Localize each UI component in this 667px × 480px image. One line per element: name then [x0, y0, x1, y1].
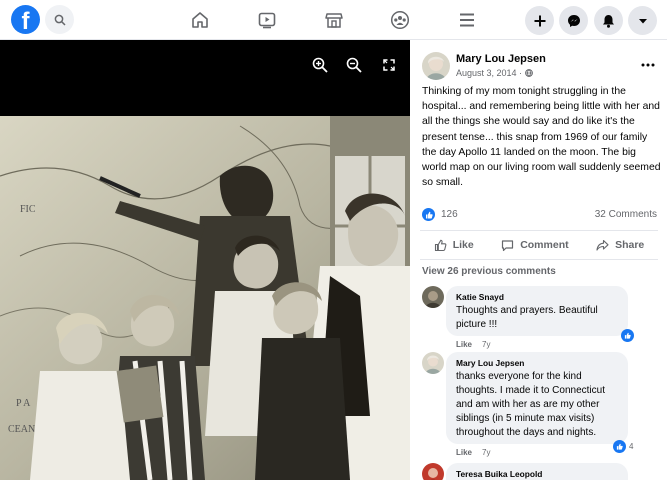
commenter-avatar-image [422, 463, 444, 480]
comment-time[interactable]: 7y [482, 448, 490, 457]
fullscreen-icon [383, 59, 395, 71]
comment-meta: Like 7y [456, 340, 490, 349]
home-icon [192, 12, 208, 28]
zoom-in-icon [312, 57, 328, 73]
like-reaction-icon [613, 440, 626, 453]
commenter-avatar[interactable] [422, 352, 444, 374]
photo-viewer: FIC P A CEAN [0, 40, 410, 480]
menu-tab[interactable] [455, 8, 479, 32]
comment-text: Thoughts and prayers. Beautiful picture … [456, 305, 598, 330]
messenger-icon [567, 14, 580, 27]
commenter-name[interactable]: Katie Snayd [456, 292, 618, 302]
thumbs-up-icon [434, 239, 447, 251]
view-previous-comments-link[interactable]: View 26 previous comments [422, 266, 556, 277]
home-tab[interactable] [188, 8, 212, 32]
create-icon [534, 15, 545, 26]
comment-meta: Like 7y [456, 448, 490, 457]
share-icon [596, 239, 609, 251]
like-reaction-icon [621, 329, 634, 342]
commenter-avatar-image [422, 286, 444, 308]
commenter-avatar[interactable] [422, 286, 444, 308]
marketplace-icon [325, 13, 343, 28]
create-button[interactable] [525, 6, 554, 35]
svg-text:P A: P A [16, 398, 31, 409]
search-icon [54, 14, 66, 26]
like-reaction-icon [422, 208, 435, 221]
post-author-name[interactable]: Mary Lou Jepsen [456, 53, 546, 65]
comment-bubble: Mary Lou Jepsen thanks everyone for the … [446, 352, 628, 444]
messenger-button[interactable] [559, 6, 588, 35]
groups-tab[interactable] [388, 8, 412, 32]
post-date[interactable]: August 3, 2014 · [456, 68, 533, 78]
fullscreen-button[interactable] [379, 55, 399, 75]
comment-like-link[interactable]: Like [456, 340, 472, 349]
notifications-icon [603, 14, 614, 28]
comment-like-link[interactable]: Like [456, 448, 472, 457]
like-button[interactable]: Like [434, 239, 474, 252]
comment-reaction-count: 4 [629, 442, 634, 451]
zoom-out-button[interactable] [344, 55, 364, 75]
share-button-label: Share [615, 239, 645, 251]
watch-tab[interactable] [255, 8, 279, 32]
watch-icon [258, 12, 276, 29]
like-button-label: Like [452, 239, 474, 251]
notifications-button[interactable] [594, 6, 623, 35]
marketplace-tab[interactable] [322, 8, 346, 32]
menu-icon [460, 13, 474, 27]
post-actions: Like Comment Share [420, 230, 658, 260]
comment-bubble: Teresa Buika Leopold [446, 463, 628, 480]
commenter-name[interactable]: Teresa Buika Leopold [456, 469, 618, 479]
commenter-name[interactable]: Mary Lou Jepsen [456, 358, 618, 368]
facebook-logo[interactable]: f [11, 5, 40, 34]
account-button[interactable] [628, 6, 657, 35]
search-button[interactable] [45, 5, 74, 34]
comment-bubble: Katie Snayd Thoughts and prayers. Beauti… [446, 286, 628, 336]
author-avatar-image [422, 52, 450, 80]
share-button[interactable]: Share [596, 239, 644, 252]
comment-button-label: Comment [520, 239, 569, 251]
author-avatar[interactable] [422, 52, 450, 80]
svg-text:FIC: FIC [20, 204, 36, 215]
comment-text: thanks everyone for the kind thoughts. I… [456, 371, 605, 438]
post-details-panel: Mary Lou Jepsen August 3, 2014 · Thinkin… [410, 40, 667, 480]
globe-icon [524, 69, 533, 77]
comment-button[interactable]: Comment [501, 239, 569, 252]
family-photo-image: FIC P A CEAN [0, 116, 410, 480]
comment-reactions[interactable]: 4 [613, 440, 633, 453]
svg-text:CEAN: CEAN [8, 424, 35, 435]
reaction-summary[interactable]: 126 [422, 208, 458, 221]
commenter-avatar-image [422, 352, 444, 374]
more-options-button[interactable] [641, 54, 655, 70]
top-navigation-bar: f [0, 0, 667, 40]
account-dropdown-icon [638, 18, 647, 23]
zoom-in-button[interactable] [310, 55, 330, 75]
zoom-out-icon [346, 57, 362, 73]
more-options-icon [641, 63, 655, 67]
post-date-text: August 3, 2014 · [456, 68, 525, 78]
like-count: 126 [441, 209, 458, 220]
post-text: Thinking of my mom tonight struggling in… [422, 86, 661, 189]
groups-icon [390, 10, 410, 30]
comment-time[interactable]: 7y [482, 340, 490, 349]
post-photo[interactable]: FIC P A CEAN [0, 116, 410, 480]
commenter-avatar[interactable] [422, 463, 444, 480]
comment-count[interactable]: 32 Comments [595, 209, 657, 220]
comment-reactions[interactable] [621, 329, 634, 342]
comment-icon [502, 239, 514, 251]
